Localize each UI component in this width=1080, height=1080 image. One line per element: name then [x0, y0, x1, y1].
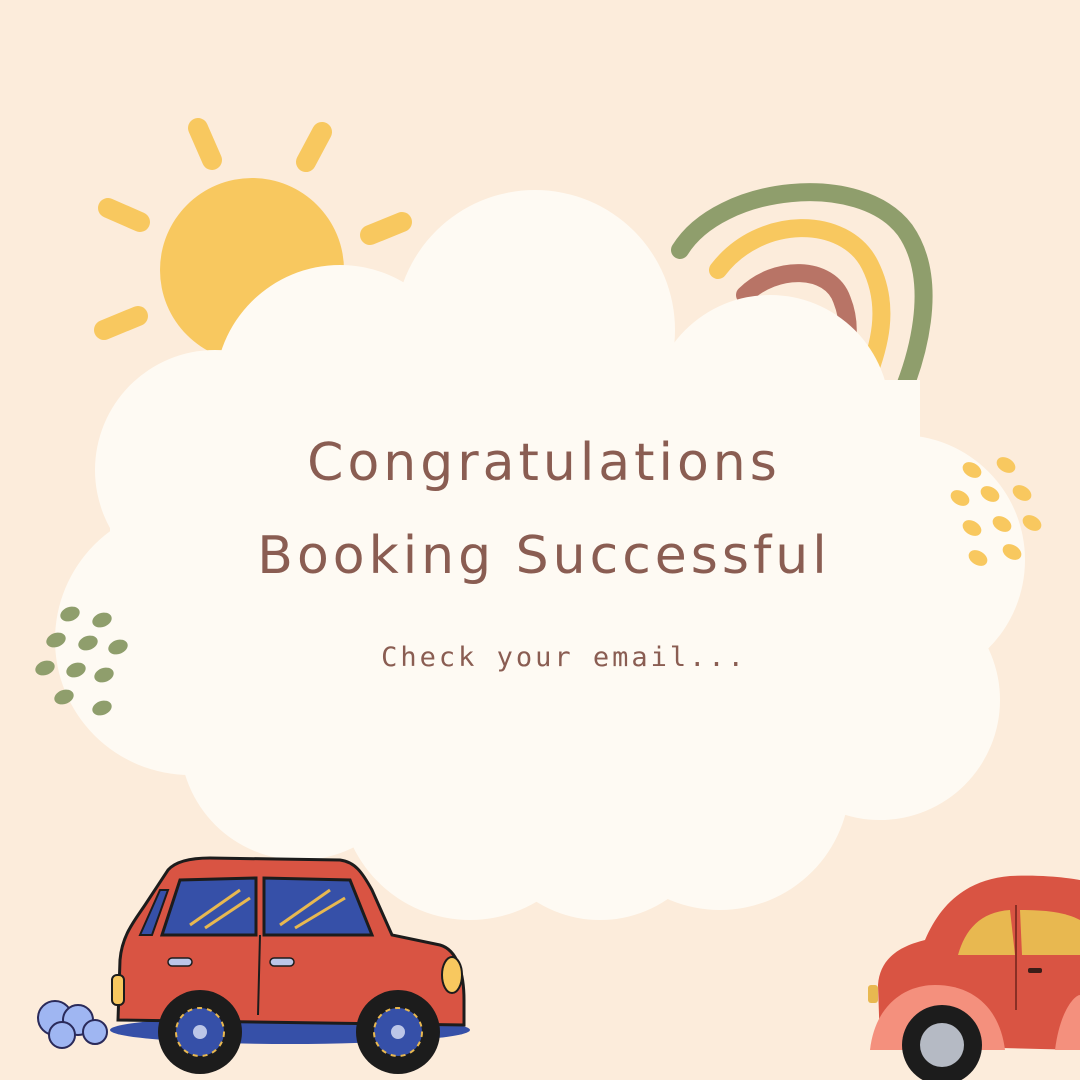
beetle-car-icon — [868, 875, 1080, 1080]
illustration-scene — [35, 118, 1080, 1080]
exhaust-puff-icon — [37, 1000, 108, 1049]
